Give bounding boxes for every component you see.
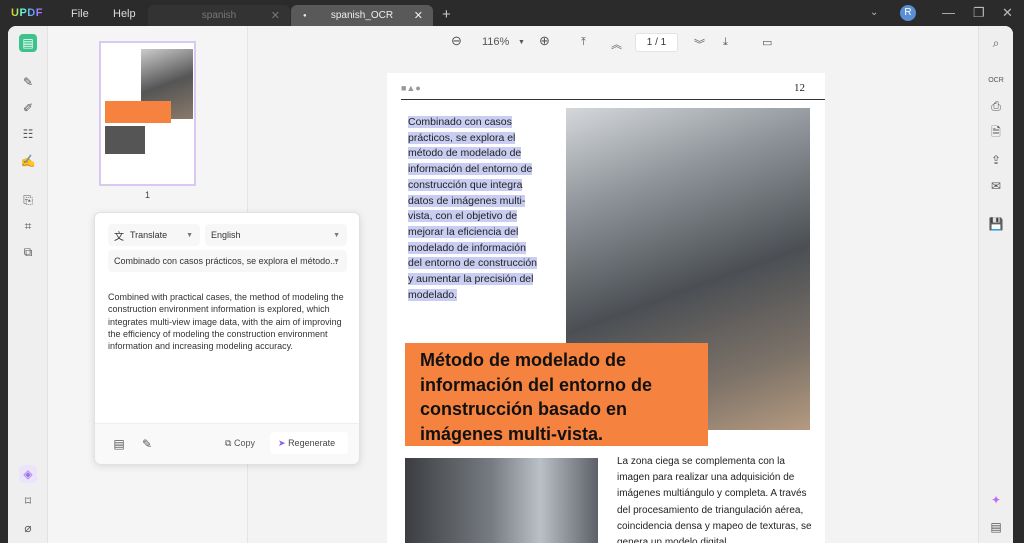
translate-panel: 文 Translate ▼ English ▼ Combinado con casos… (94, 212, 360, 464)
panel-footer: ▤ ✎ ⧉ Copy ➤ Regenerate (95, 423, 359, 464)
save-icon[interactable]: 💾 (987, 215, 1005, 233)
comments-icon[interactable]: ▤ (987, 518, 1005, 536)
layers-icon[interactable]: ◈ (19, 465, 37, 483)
mode-select[interactable]: 文 Translate ▼ (108, 224, 200, 246)
first-page-icon[interactable]: ⤒ (581, 36, 586, 49)
form-icon[interactable]: ☷ (19, 125, 37, 143)
tab-label: spanish (201, 10, 237, 21)
title-bar: UPDF File Help spanish ✕ ● spanish_OCR ✕ + … (0, 0, 1024, 26)
thumbnail-heading (105, 101, 171, 123)
page-number: 12 (794, 82, 805, 94)
send-icon: ➤ (278, 438, 286, 448)
language-select[interactable]: English ▼ (205, 224, 347, 246)
convert-icon[interactable]: ⎙ (987, 97, 1005, 115)
copy-icon: ⧉ (225, 438, 232, 448)
watermark-icon[interactable]: ⧉ (19, 243, 37, 261)
copy-label: Copy (233, 438, 255, 448)
translate-icon: 文 (114, 231, 124, 243)
attachment-icon[interactable]: ⌀ (19, 519, 37, 537)
ai-assistant-icon[interactable]: ✦ (987, 491, 1005, 509)
zoom-out-icon[interactable]: ⊖ (451, 33, 462, 49)
unsaved-dot-icon: ● (303, 12, 307, 19)
tab-spanish-ocr[interactable]: ● spanish_OCR ✕ (291, 5, 433, 26)
pdf-page: ■▲● 12 Combinado con casos prácticos, se… (387, 73, 825, 543)
selected-text[interactable]: Combinado con casos prácticos, se explor… (408, 115, 542, 303)
sign-icon[interactable]: ✍ (19, 152, 37, 170)
thumbnail-photo (105, 126, 145, 154)
thumbnail-page-number: 1 (145, 190, 151, 200)
regenerate-button[interactable]: ➤ Regenerate (270, 432, 348, 454)
close-icon[interactable]: ✕ (271, 9, 280, 22)
page-thumbnail[interactable] (99, 41, 196, 186)
section-heading: Método de modelado de información del en… (405, 343, 708, 446)
app-window: ▤ ✎ ✐ ☷ ✍ ⎘ ⌗ ⧉ ◈ ⌑ ⌀ 1 ⊖ 116% ▼ ⊕ ⤒ ︽ 1… (8, 26, 1013, 543)
minimize-button[interactable]: — (942, 5, 955, 20)
dropdown-icon: ▼ (333, 231, 340, 239)
new-tab-button[interactable]: + (442, 6, 451, 23)
chevron-down-icon[interactable]: ⌄ (870, 7, 878, 18)
header-rule (401, 99, 825, 100)
organize-pages-icon[interactable]: ⎘ (19, 191, 37, 209)
avatar[interactable]: R (900, 5, 916, 21)
edit-pdf-icon[interactable]: ✐ (19, 99, 37, 117)
menu-help[interactable]: Help (113, 8, 136, 20)
protect-icon[interactable]: 🗎 (987, 124, 1005, 142)
header-shapes-icon: ■▲● (401, 83, 421, 93)
total-pages: 1 (660, 37, 667, 48)
language-label: English (211, 230, 241, 240)
current-page: 1 (646, 37, 653, 48)
translation-output: Combined with practical cases, the metho… (108, 292, 344, 352)
mode-label: Translate (130, 230, 168, 240)
restore-button[interactable]: ❐ (973, 5, 985, 21)
right-toolbar: ⌕ OCR ⎙ 🗎 ⇪ ✉ 💾 ✦ ▤ (978, 26, 1013, 543)
next-page-icon[interactable]: ︾ (694, 36, 705, 52)
body-paragraph: La zona ciega se complementa con la imag… (617, 456, 812, 543)
page-separator: / (655, 37, 658, 48)
ocr-icon[interactable]: OCR (987, 71, 1005, 89)
crop-icon[interactable]: ⌗ (19, 217, 37, 235)
email-icon[interactable]: ✉ (987, 177, 1005, 195)
close-icon[interactable]: ✕ (414, 9, 423, 22)
page-number-input[interactable]: 1 / 1 (635, 33, 678, 52)
close-window-button[interactable]: ✕ (1002, 5, 1013, 21)
highlighted-paragraph: Combinado con casos prácticos, se explor… (408, 116, 537, 301)
bookmark-icon[interactable]: ⌑ (19, 492, 37, 510)
updf-logo: UPDF (11, 7, 43, 19)
dropdown-icon: ▼ (186, 231, 193, 239)
reader-icon[interactable]: ▤ (19, 34, 37, 52)
zoom-dropdown-icon[interactable]: ▼ (518, 39, 525, 46)
highlighter-icon[interactable]: ✎ (19, 73, 37, 91)
zoom-level[interactable]: 116% (482, 36, 509, 48)
share-icon[interactable]: ⇪ (987, 151, 1005, 169)
zoom-in-icon[interactable]: ⊕ (539, 33, 550, 49)
comment-icon[interactable]: ▤ (110, 435, 128, 453)
presentation-icon[interactable]: ▭ (762, 36, 772, 49)
tab-label: spanish_OCR (330, 10, 394, 21)
previous-page-icon[interactable]: ︽ (611, 36, 622, 52)
dropdown-icon: ▼ (333, 257, 340, 265)
last-page-icon[interactable]: ⤓ (723, 36, 728, 49)
source-text-select[interactable]: Combinado con casos prácticos, se explor… (108, 250, 347, 272)
highlight-icon[interactable]: ✎ (138, 435, 156, 453)
engineer-workstation-photo (405, 458, 598, 543)
left-toolbar: ▤ ✎ ✐ ☷ ✍ ⎘ ⌗ ⧉ ◈ ⌑ ⌀ (8, 26, 48, 543)
menu-file[interactable]: File (71, 8, 89, 20)
tab-spanish[interactable]: spanish ✕ (148, 5, 290, 26)
regenerate-label: Regenerate (288, 438, 336, 448)
copy-button[interactable]: ⧉ Copy (225, 438, 255, 449)
search-icon[interactable]: ⌕ (987, 34, 1005, 52)
source-text: Combinado con casos prácticos, se explor… (114, 256, 338, 266)
